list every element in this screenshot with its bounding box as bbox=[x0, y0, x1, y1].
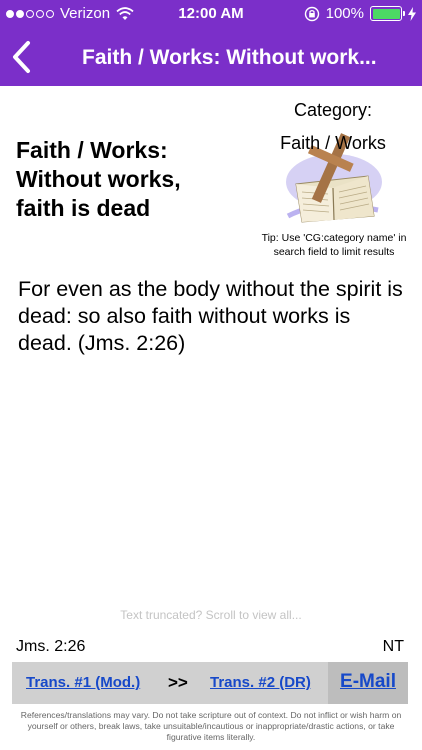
translation-2-link[interactable]: Trans. #2 (DR) bbox=[210, 674, 311, 691]
testament-label: NT bbox=[382, 638, 404, 655]
charging-bolt-icon bbox=[408, 6, 416, 21]
translation-1-link[interactable]: Trans. #1 (Mod.) bbox=[26, 674, 140, 691]
verse-detail: Faith / Works: Without works, faith is d… bbox=[0, 86, 422, 662]
chevron-left-icon[interactable] bbox=[10, 40, 32, 74]
category-name: Faith / Works bbox=[280, 133, 386, 153]
verse-text: For even as the body without the spirit … bbox=[18, 277, 403, 355]
truncation-note: Text truncated? Scroll to view all... bbox=[120, 608, 302, 622]
page-title: Faith / Works: Without work... bbox=[82, 46, 377, 69]
email-button-label: E-Mail bbox=[340, 671, 396, 692]
category-label: Category: bbox=[293, 100, 373, 120]
verse-reference: Jms. 2:26 bbox=[16, 638, 86, 655]
battery-icon bbox=[370, 6, 405, 21]
bottom-toolbar: Trans. #1 (Mod.) >> Trans. #2 (DR) E-Mai… bbox=[12, 662, 408, 704]
battery-percent: 100% bbox=[325, 5, 364, 22]
verse-title: Faith / Works: Without works, faith is d… bbox=[16, 137, 181, 221]
email-button[interactable]: E-Mail bbox=[328, 662, 408, 704]
disclaimer: References/translations may vary. Do not… bbox=[20, 710, 402, 742]
search-tip: Tip: Use 'CG:category name' in search fi… bbox=[261, 232, 407, 258]
top-bar: Verizon 12:00 AM 100% Faith / Works: Wit… bbox=[0, 0, 422, 86]
navigation-bar: Faith / Works: Without work... bbox=[0, 28, 422, 86]
rotation-lock-icon bbox=[304, 6, 319, 21]
status-bar: Verizon 12:00 AM 100% bbox=[0, 0, 422, 28]
arrows-separator: >> bbox=[168, 673, 188, 692]
